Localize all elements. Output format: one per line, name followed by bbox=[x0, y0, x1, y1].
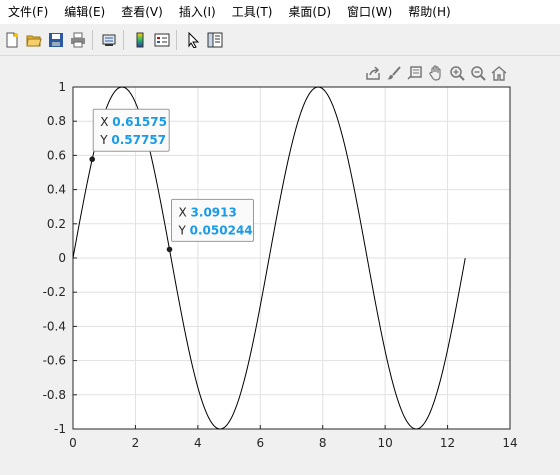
y-tick-label: 0.4 bbox=[47, 183, 66, 197]
y-tick-label: -0.4 bbox=[43, 319, 66, 333]
datatip-marker[interactable] bbox=[89, 156, 96, 163]
datatip-box[interactable]: X 0.61575 Y 0.57757 bbox=[92, 108, 170, 152]
datatip-x: X 0.61575 bbox=[100, 115, 167, 129]
y-tick-label: 0.2 bbox=[47, 217, 66, 231]
y-tick-label: -0.2 bbox=[43, 285, 66, 299]
x-tick-label: 2 bbox=[132, 436, 140, 450]
x-tick-label: 6 bbox=[256, 436, 264, 450]
datatip-box[interactable]: X 3.0913 Y 0.050244 bbox=[170, 198, 254, 242]
y-tick-label: 1 bbox=[58, 80, 66, 94]
y-tick-label: -0.8 bbox=[43, 388, 66, 402]
x-tick-label: 10 bbox=[378, 436, 393, 450]
datatip-y: Y 0.050244 bbox=[177, 223, 252, 237]
x-tick-label: 4 bbox=[194, 436, 202, 450]
datatip-y: Y 0.57757 bbox=[99, 133, 166, 147]
plot-area: 0 2 4 6 8 10 12 14 1 0.8 0.6 0.4 0.2 0 -0.2 -0.4 -0.6 -0.… bbox=[43, 80, 518, 450]
y-tick-label: 0.8 bbox=[47, 114, 66, 128]
x-tick-label: 8 bbox=[319, 436, 327, 450]
y-tick-label: -1 bbox=[54, 422, 66, 436]
y-tick-label: 0 bbox=[58, 251, 66, 265]
datatip-marker[interactable] bbox=[166, 246, 173, 253]
y-tick-label: -0.6 bbox=[43, 354, 66, 368]
x-tick-label: 12 bbox=[440, 436, 455, 450]
x-tick-label: 14 bbox=[502, 436, 517, 450]
datatip-x: X 3.0913 bbox=[178, 205, 236, 219]
x-tick-label: 0 bbox=[69, 436, 77, 450]
y-tick-label: 0.6 bbox=[47, 148, 66, 162]
